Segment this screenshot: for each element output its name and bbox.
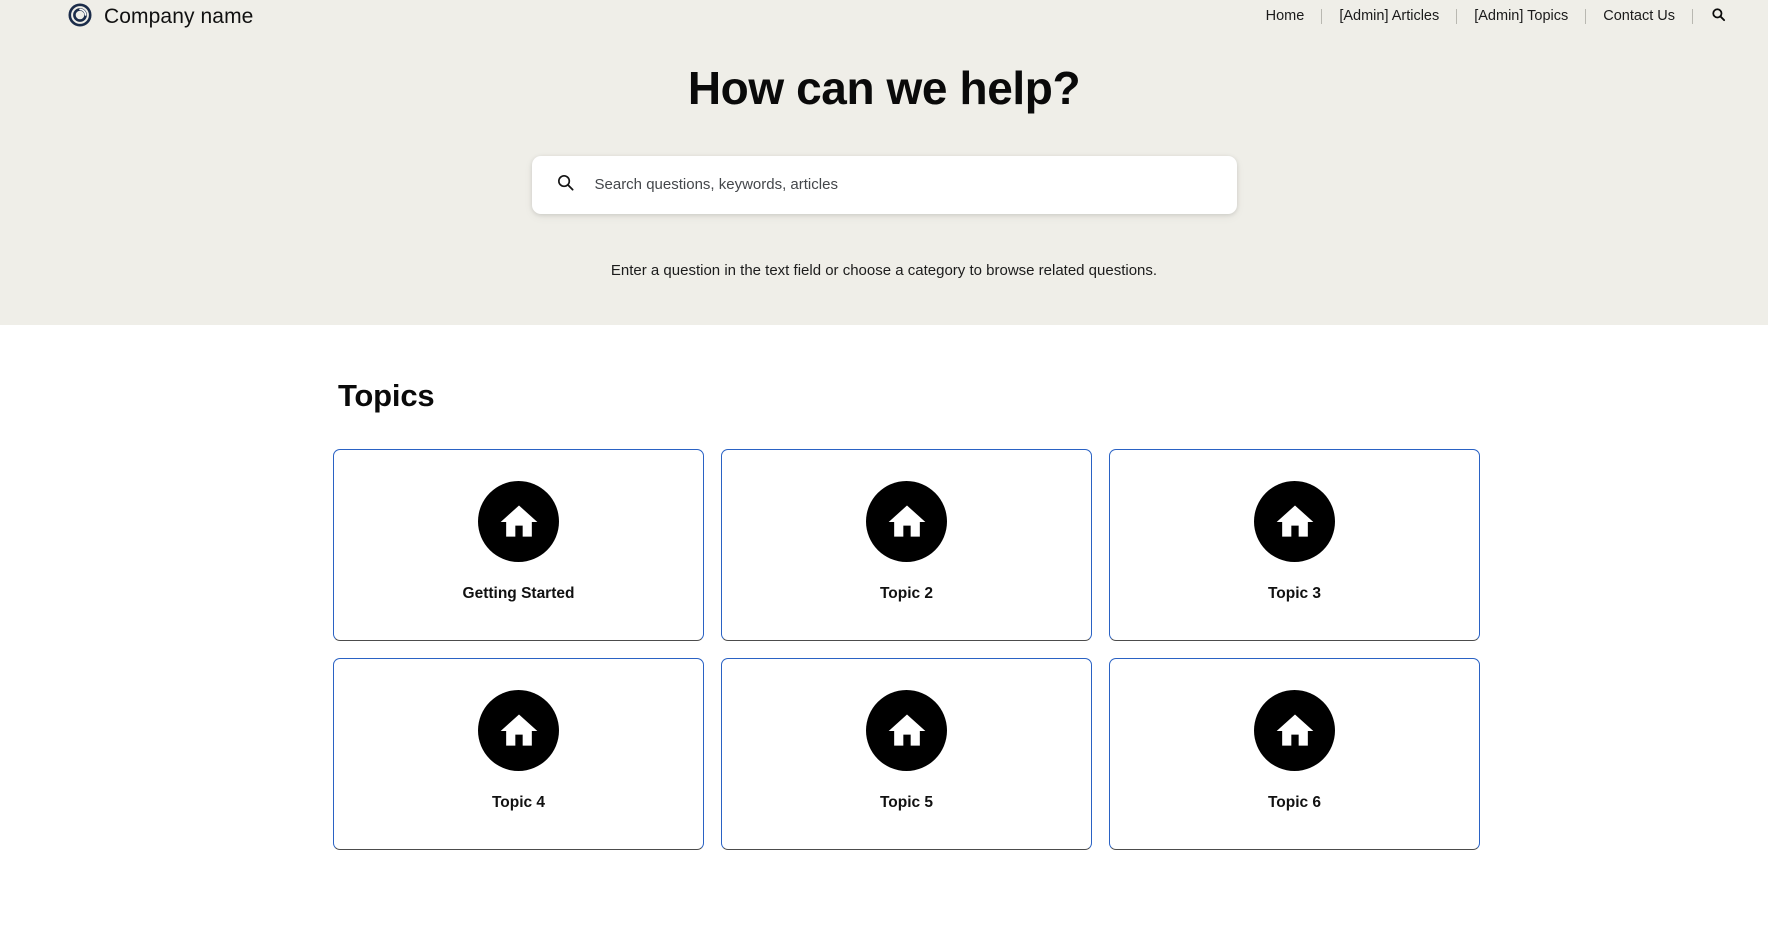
topic-card-label: Topic 5	[879, 794, 934, 811]
hero-section: How can we help? Enter a question in the…	[0, 32, 1768, 325]
brand-name: Company name	[104, 4, 254, 28]
topic-card-getting-started[interactable]: Getting Started	[333, 449, 704, 641]
home-icon	[1254, 690, 1335, 771]
topic-card-topic-6[interactable]: Topic 6	[1109, 658, 1480, 850]
topic-card-topic-3[interactable]: Topic 3	[1109, 449, 1480, 641]
hero-subtitle: Enter a question in the text field or ch…	[610, 261, 1158, 279]
topic-card-label: Topic 4	[491, 794, 546, 811]
topics-section: Topics Getting Started Topic 2 Topic 3 T…	[0, 325, 1768, 850]
search-icon	[556, 173, 575, 197]
home-icon	[866, 481, 947, 562]
page-title: How can we help?	[687, 62, 1081, 114]
nav-link-contact-us[interactable]: Contact Us	[1586, 8, 1692, 24]
nav-link-admin-topics[interactable]: [Admin] Topics	[1457, 8, 1585, 24]
topic-card-topic-2[interactable]: Topic 2	[721, 449, 1092, 641]
search-icon	[1711, 7, 1726, 25]
brand-logo-link[interactable]: Company name	[68, 3, 254, 28]
topic-card-label: Topic 6	[1267, 794, 1322, 811]
home-icon	[866, 690, 947, 771]
topics-grid: Getting Started Topic 2 Topic 3 Topic 4 …	[333, 449, 1480, 850]
topic-card-label: Topic 3	[1267, 585, 1322, 602]
main-nav: Home [Admin] Articles [Admin] Topics Con…	[1249, 7, 1730, 25]
search-box[interactable]	[531, 155, 1237, 214]
topic-card-topic-4[interactable]: Topic 4	[333, 658, 704, 850]
home-icon	[478, 481, 559, 562]
search-input[interactable]	[592, 175, 1217, 195]
circle-ring-logo-icon	[68, 3, 92, 27]
hero-search-wrap	[531, 155, 1237, 214]
header-search-button[interactable]	[1693, 7, 1730, 25]
topic-card-label: Getting Started	[462, 585, 575, 602]
topics-heading: Topics	[338, 378, 435, 413]
home-icon	[1254, 481, 1335, 562]
nav-link-admin-articles[interactable]: [Admin] Articles	[1322, 8, 1456, 24]
site-header: Company name Home [Admin] Articles [Admi…	[0, 0, 1768, 32]
home-icon	[478, 690, 559, 771]
topic-card-topic-5[interactable]: Topic 5	[721, 658, 1092, 850]
nav-link-home[interactable]: Home	[1249, 8, 1322, 24]
topic-card-label: Topic 2	[879, 585, 934, 602]
